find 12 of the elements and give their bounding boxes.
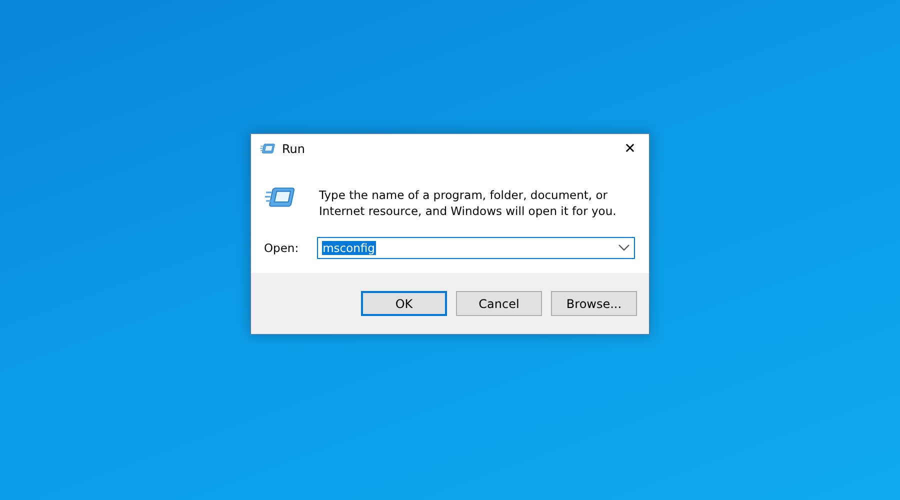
cancel-button[interactable]: Cancel xyxy=(456,291,542,316)
window-title: Run xyxy=(282,142,306,156)
close-button[interactable]: ✕ xyxy=(615,134,645,164)
open-label: Open: xyxy=(264,241,299,255)
run-icon xyxy=(260,143,276,155)
field-value: msconfig xyxy=(322,241,376,255)
browse-button[interactable]: Browse... xyxy=(551,291,637,316)
run-icon xyxy=(265,186,297,208)
prompt-text: Type the name of a program, folder, document, or Internet resource, and Windows will open it for you. xyxy=(319,187,618,219)
dropdown-caret-icon[interactable] xyxy=(618,244,630,252)
open-field[interactable]: msconfig xyxy=(316,237,635,259)
ok-button[interactable]: OK xyxy=(361,291,447,316)
